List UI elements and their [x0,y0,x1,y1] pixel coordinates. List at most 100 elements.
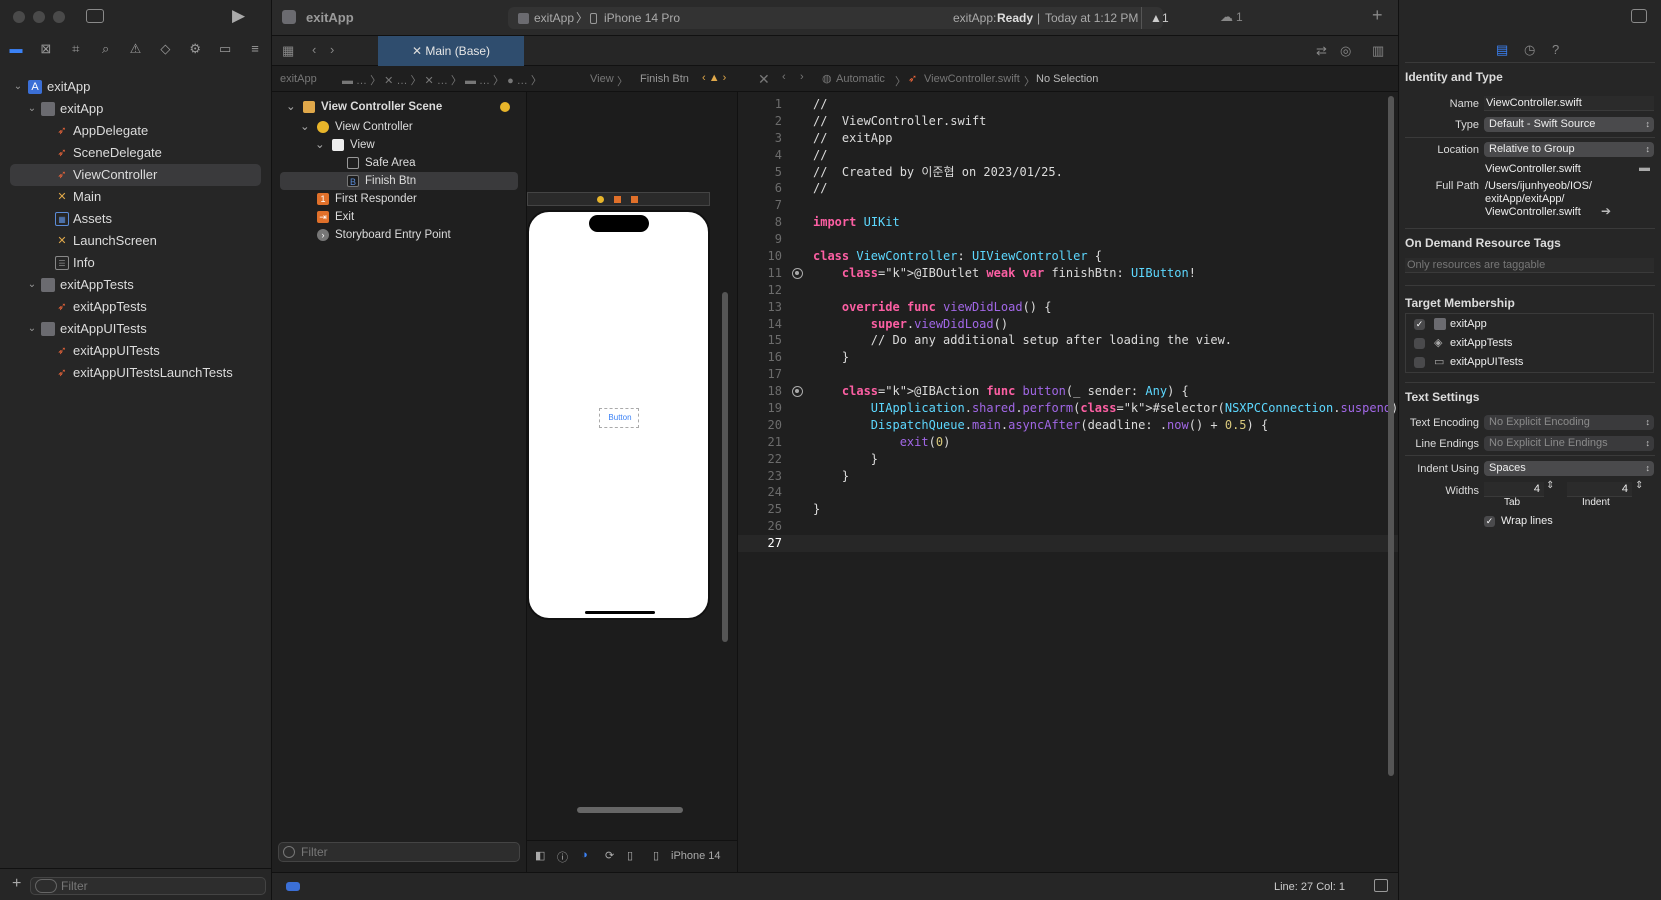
jump-bar-selection[interactable]: No Selection [1036,73,1098,85]
add-icon[interactable]: + [12,875,21,893]
code-lines[interactable]: 1// 2// ViewController.swift 3// exitApp… [738,96,1406,553]
indent-width-field[interactable]: 4 [1567,482,1632,497]
orientation-icon[interactable]: ⟳ [605,849,614,862]
debug-area-toggle-icon[interactable] [1374,879,1388,892]
vertical-scrollbar[interactable] [722,292,728,642]
debug-icon[interactable]: ⚙ [187,41,203,57]
run-button[interactable]: ▶ [232,6,245,26]
tree-item-file[interactable]: ➶ exitAppUITests [0,340,271,362]
device-label[interactable]: iPhone 14 [671,850,721,862]
tab-width-stepper[interactable]: ⇕ [1546,480,1554,491]
folder-icon[interactable]: ▬ [1639,162,1650,174]
chevron-right-icon[interactable]: › [330,42,334,57]
adjust-icon[interactable]: ◎ [1340,43,1351,59]
tree-item-group[interactable]: ⌄ exitAppTests [0,274,271,296]
jump-bar-root[interactable]: exitApp [280,73,317,85]
breakpoint-icon[interactable]: ▭ [217,41,233,57]
tree-item-file[interactable]: ➶ SceneDelegate [0,142,271,164]
sidebar-toggle-icon[interactable] [86,9,104,23]
chevron-down-icon[interactable]: ⌄ [26,98,38,120]
history-icon[interactable]: ◷ [1524,42,1535,58]
warning-icon[interactable]: ▲ [1150,7,1162,29]
outline-item[interactable]: 1 First Responder [272,190,526,208]
search-icon[interactable]: ⌕ [98,41,114,57]
close-icon[interactable]: ✕ [758,71,770,88]
chevron-down-icon[interactable]: ⌄ [12,76,24,98]
grid-icon[interactable]: ▦ [282,43,294,59]
warning-badge-icon[interactable] [500,102,510,112]
outline-item[interactable]: ⌄ View [272,136,526,154]
minimize-window-button[interactable] [33,11,45,23]
tree-item-file[interactable]: ▦ Assets [0,208,271,230]
add-icon[interactable]: + [1372,5,1383,26]
scene-dock[interactable] [527,192,710,206]
iphone-preview[interactable]: Button [527,210,710,620]
symbol-icon[interactable]: ⌗ [68,41,84,57]
folder-icon[interactable]: ▬ [8,41,24,57]
outline-item[interactable]: ⇥ Exit [272,208,526,226]
tab-width-field[interactable]: 4 [1484,482,1544,497]
horizontal-scrollbar[interactable] [577,807,683,813]
tree-item-group[interactable]: ⌄ exitAppUITests [0,318,271,340]
storyboard-canvas[interactable]: Button ◧ ⓘ ◑ ⟳ ▯ ▯ iPhone 14 [527,92,737,872]
chevron-left-icon[interactable]: ‹ [782,71,786,83]
jump-bar-path[interactable]: ▬ … 〉 ✕ … 〉 ✕ … 〉 ▬ … 〉 ● … 〉 [342,72,542,88]
reveal-arrow-icon[interactable]: ➔ [1601,204,1611,218]
tree-item-file[interactable]: ☰ Info [0,252,271,274]
tree-item-file[interactable]: ➶ AppDelegate [0,120,271,142]
outline-item-selected[interactable]: B Finish Btn [280,172,518,190]
chevron-down-icon[interactable]: ⌄ [26,274,38,296]
debug-area-icon[interactable] [286,882,300,891]
target-checkbox[interactable] [1414,338,1425,349]
tab-main-storyboard[interactable]: ✕ Main (Base) [378,36,524,66]
target-checkbox[interactable]: ✓ [1414,319,1425,330]
indent-using-popup[interactable]: Spaces [1484,461,1654,476]
outline-item[interactable]: › Storyboard Entry Point [272,226,526,244]
warning-icon[interactable]: ⚠ [128,41,144,57]
name-field[interactable]: ViewController.swift [1484,96,1654,111]
encoding-popup[interactable]: No Explicit Encoding [1484,415,1654,430]
outline-filter-input[interactable]: Filter [278,842,520,862]
tree-item-file[interactable]: ✕ LaunchScreen [0,230,271,252]
appearance-icon[interactable]: ◑ [581,849,588,861]
indent-width-stepper[interactable]: ⇕ [1635,480,1643,491]
help-icon[interactable]: ? [1552,42,1559,57]
wrap-lines-checkbox[interactable]: ✓ [1484,516,1495,527]
warning-icon[interactable]: ‹ ▲ › [702,72,726,84]
chevron-right-icon[interactable]: › [800,71,804,83]
accessibility-icon[interactable]: ⓘ [557,849,568,865]
test-icon[interactable]: ◇ [157,41,173,57]
tree-item-file[interactable]: ➶ exitAppUITestsLaunchTests [0,362,271,384]
tree-item-file-selected[interactable]: ➶ ViewController [10,164,261,186]
tree-item-file[interactable]: ✕ Main [0,186,271,208]
tree-item-project[interactable]: ⌄ AexitApp [0,76,271,98]
chevron-down-icon[interactable]: ⌄ [286,96,296,118]
scheme-selector[interactable]: exitApp [534,7,574,29]
outlet-connection-icon[interactable] [792,267,803,279]
layout-icon[interactable]: ▯ [627,849,633,862]
location-popup[interactable]: Relative to Group [1484,142,1654,157]
tree-item-file[interactable]: ➶ exitAppTests [0,296,271,318]
outline-scene[interactable]: ⌄ View Controller Scene [272,96,526,118]
outline-item[interactable]: Safe Area [272,154,526,172]
outline-toggle-icon[interactable]: ◧ [535,849,545,862]
report-icon[interactable]: ≡ [247,41,263,57]
jump-bar-item[interactable]: Finish Btn [640,73,689,85]
inspector-toggle-icon[interactable] [1631,9,1647,23]
jump-bar-view[interactable]: View [590,73,614,85]
chevron-left-icon[interactable]: ‹ [312,42,316,57]
target-checkbox[interactable] [1414,357,1425,368]
zoom-window-button[interactable] [53,11,65,23]
cloud-icon[interactable]: ☁ [1220,9,1233,25]
device-icon[interactable]: ▯ [653,849,659,862]
chevron-down-icon[interactable]: ⌄ [315,136,325,154]
chevron-down-icon[interactable]: ⌄ [26,318,38,340]
code-editor[interactable]: 1// 2// ViewController.swift 3// exitApp… [737,92,1406,872]
navigator-filter-input[interactable]: Filter [30,877,266,895]
refresh-icon[interactable]: ⇄ [1316,43,1327,59]
split-editor-icon[interactable]: ▥ [1372,43,1384,59]
ondemand-tags-field[interactable]: Only resources are taggable [1405,258,1654,273]
chevron-down-icon[interactable]: ⌄ [300,118,310,136]
file-inspector-icon[interactable]: ▤ [1496,42,1508,58]
finish-button[interactable]: Button [599,408,639,428]
